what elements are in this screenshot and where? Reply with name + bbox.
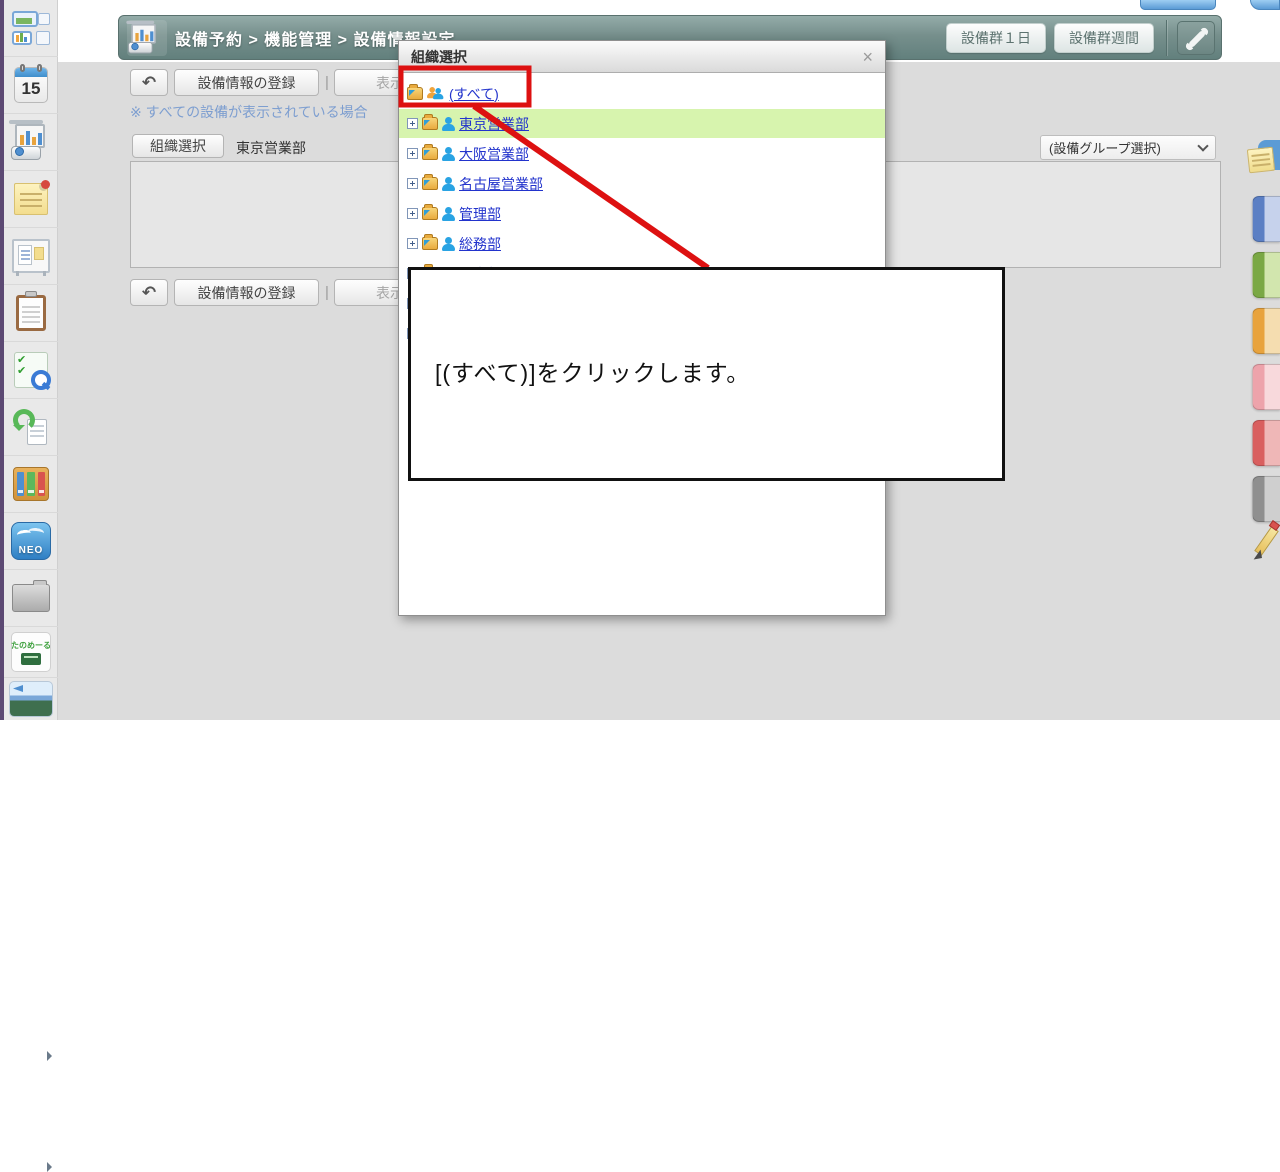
back-button[interactable]: ↶	[130, 279, 168, 306]
sidebar-item-cabinet[interactable]	[4, 570, 58, 627]
tree-item-link[interactable]: (すべて)	[449, 84, 499, 104]
sidebar-item-portal[interactable]	[4, 0, 58, 57]
sidebar-item-clipboard[interactable]	[4, 285, 58, 342]
memo-icon	[14, 183, 48, 215]
calendar-icon: 15	[14, 67, 48, 103]
expand-plus-icon[interactable]	[407, 208, 418, 219]
equipment-group-dropdown-value: (設備グループ選択)	[1049, 138, 1161, 157]
top-cropped-button[interactable]	[1250, 0, 1280, 10]
label-tab-red[interactable]	[1252, 420, 1280, 466]
bulletin-board-icon	[12, 239, 50, 273]
back-arrow-icon: ↶	[142, 283, 156, 303]
org-select-button[interactable]: 組織選択	[132, 134, 224, 158]
app-sidebar: 15 ✔✔	[0, 0, 58, 720]
back-arrow-icon: ↶	[142, 73, 156, 93]
header-divider	[1166, 20, 1167, 56]
label-tab-pink[interactable]	[1252, 364, 1280, 410]
person-icon	[442, 147, 455, 161]
toolbar-separator: |	[325, 284, 329, 301]
sidebar-item-circulation[interactable]	[4, 399, 58, 456]
tanomail-icon: たのめーる	[11, 632, 51, 672]
sticky-note-icon	[1247, 147, 1275, 174]
binders-icon	[13, 467, 49, 501]
neo-app-icon: NEO	[11, 522, 51, 560]
person-icon	[442, 177, 455, 191]
sidebar-banner[interactable]	[4, 678, 58, 720]
folder-icon	[422, 177, 438, 190]
sidebar-item-neo[interactable]: NEO	[4, 513, 58, 570]
label-tab-orange[interactable]	[1252, 308, 1280, 354]
back-button[interactable]: ↶	[130, 69, 168, 96]
expand-plus-icon[interactable]	[407, 118, 418, 129]
callout-text: [(すべて)]をクリックします。	[435, 354, 1002, 388]
expand-right-icon[interactable]	[47, 1162, 57, 1172]
tree-item-link[interactable]: 大阪営業部	[459, 144, 529, 164]
portal-icon	[12, 11, 50, 45]
facility-reservation-icon	[11, 124, 51, 160]
person-icon	[442, 237, 455, 251]
folder-icon	[422, 237, 438, 250]
label-tab-blue[interactable]	[1252, 196, 1280, 242]
selected-org-value: 東京営業部	[236, 138, 306, 158]
expand-plus-icon[interactable]	[407, 148, 418, 159]
folder-icon	[422, 117, 438, 130]
person-icon	[442, 207, 455, 221]
tree-item-osaka[interactable]: 大阪営業部	[399, 139, 885, 168]
top-white-strip	[58, 0, 1280, 15]
sidebar-item-document-management[interactable]	[4, 456, 58, 513]
toolbar-separator: |	[325, 74, 329, 91]
right-pencil-icon[interactable]	[1254, 522, 1280, 566]
calendar-day-number: 15	[15, 79, 47, 99]
expand-plus-icon[interactable]	[407, 178, 418, 189]
sidebar-item-bulletin-board[interactable]	[4, 228, 58, 285]
sidebar-item-schedule[interactable]: 15	[4, 57, 58, 114]
folder-icon	[422, 147, 438, 160]
tree-item-link[interactable]: 管理部	[459, 204, 501, 224]
expand-right-icon[interactable]	[47, 1051, 57, 1061]
tree-item-kanri[interactable]: 管理部	[399, 199, 885, 228]
people-icon	[427, 87, 445, 101]
neo-label: NEO	[12, 545, 50, 556]
sidebar-item-tanomail[interactable]: たのめーる	[4, 627, 58, 678]
register-facility-button[interactable]: 設備情報の登録	[174, 69, 319, 96]
tree-item-soumu[interactable]: 総務部	[399, 229, 885, 258]
tanomail-label: たのめーる	[11, 640, 51, 651]
facility-group-week-button[interactable]: 設備群週間	[1054, 23, 1154, 53]
wrench-icon	[1188, 29, 1206, 47]
chevron-down-icon	[1197, 140, 1208, 151]
note-text: ※ すべての設備が表示されている場合	[130, 102, 368, 122]
sidebar-item-facility-reservation[interactable]	[4, 114, 58, 171]
equipment-group-dropdown[interactable]: (設備グループ選択)	[1040, 135, 1216, 160]
dialog-title: 組織選択	[411, 47, 467, 67]
banner-image	[9, 681, 53, 717]
facility-reservation-icon	[127, 20, 167, 56]
tree-item-link[interactable]: 総務部	[459, 234, 501, 254]
tree-item-tokyo[interactable]: 東京営業部	[399, 109, 885, 138]
tree-item-nagoya[interactable]: 名古屋営業部	[399, 169, 885, 198]
expand-plus-icon[interactable]	[407, 238, 418, 249]
sidebar-item-todo[interactable]: ✔✔	[4, 342, 58, 399]
label-tab-gray[interactable]	[1252, 476, 1280, 522]
cabinet-folder-icon	[12, 584, 50, 612]
tree-item-all[interactable]: (すべて)	[399, 79, 885, 108]
tree-item-link[interactable]: 名古屋営業部	[459, 174, 543, 194]
right-note-icon[interactable]	[1248, 140, 1280, 188]
sidebar-item-memo[interactable]	[4, 171, 58, 228]
tree-item-link[interactable]: 東京営業部	[459, 114, 529, 134]
todo-checklist-icon: ✔✔	[14, 352, 48, 388]
settings-wrench-button[interactable]	[1177, 21, 1215, 55]
top-cropped-button[interactable]	[1140, 0, 1216, 10]
tutorial-callout: [(すべて)]をクリックします。	[408, 267, 1005, 481]
folder-icon	[407, 87, 423, 100]
person-icon	[442, 117, 455, 131]
facility-group-day-button[interactable]: 設備群１日	[946, 23, 1046, 53]
dialog-titlebar: 組織選択 ×	[399, 41, 885, 73]
close-icon[interactable]: ×	[862, 48, 873, 66]
label-tab-green[interactable]	[1252, 252, 1280, 298]
folder-icon	[422, 207, 438, 220]
register-facility-button[interactable]: 設備情報の登録	[174, 279, 319, 306]
clipboard-icon	[16, 295, 46, 331]
circulation-icon	[13, 409, 49, 445]
